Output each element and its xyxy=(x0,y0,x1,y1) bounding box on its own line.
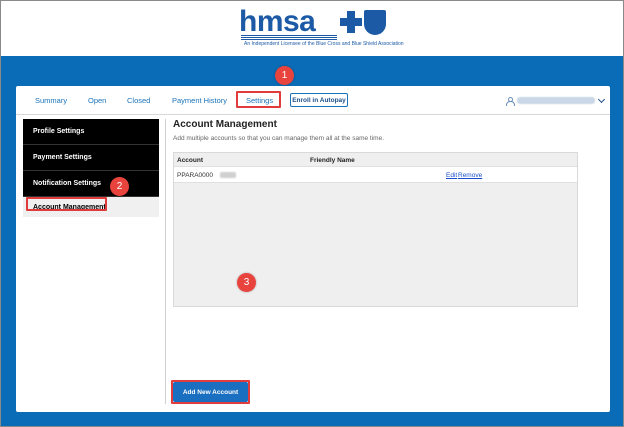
accounts-table: Account Friendly Name PPARA0000 Edit Rem… xyxy=(173,152,578,307)
edit-link[interactable]: Edit xyxy=(446,172,457,179)
user-menu[interactable] xyxy=(506,95,606,107)
account-management-highlight-box xyxy=(26,197,107,211)
tab-closed[interactable]: Closed xyxy=(127,96,150,105)
sidebar-item-profile-settings[interactable]: Profile Settings xyxy=(23,119,159,145)
callout-badge-1: 1 xyxy=(275,66,294,85)
user-email-redacted xyxy=(517,97,595,104)
site-header: hmsa An Independent Licensee of the Blue… xyxy=(1,1,623,56)
brand-name: hmsa xyxy=(239,5,316,38)
remove-link[interactable]: Remove xyxy=(458,172,482,179)
tab-payment-history[interactable]: Payment History xyxy=(172,96,227,105)
enroll-autopay-button[interactable]: Enroll in Autopay xyxy=(290,93,348,107)
add-account-highlight-box xyxy=(171,380,250,404)
column-header-friendly-name: Friendly Name xyxy=(310,157,355,164)
blue-cross-icon xyxy=(340,11,362,33)
main-card: Summary Open Closed Payment History Sett… xyxy=(16,86,610,412)
nav-divider xyxy=(16,114,610,115)
account-number-redacted xyxy=(220,172,236,178)
account-management-panel: Account Management Add multiple accounts… xyxy=(171,119,593,404)
settings-highlight-box xyxy=(236,91,281,108)
user-icon xyxy=(506,97,515,106)
account-number: PPARA0000 xyxy=(177,172,214,179)
tab-open[interactable]: Open xyxy=(88,96,106,105)
blue-shield-icon xyxy=(364,10,386,35)
sidebar-divider xyxy=(165,119,166,404)
callout-badge-3: 3 xyxy=(237,273,256,292)
chevron-down-icon[interactable] xyxy=(597,95,606,104)
page-title: Account Management xyxy=(173,119,277,130)
top-nav: Summary Open Closed Payment History Sett… xyxy=(16,86,610,114)
sidebar-item-notification-settings[interactable]: Notification Settings xyxy=(23,171,159,197)
tab-summary[interactable]: Summary xyxy=(35,96,67,105)
column-header-account: Account xyxy=(177,157,203,164)
brand-tagline: An Independent Licensee of the Blue Cros… xyxy=(244,41,404,47)
page-subtitle: Add multiple accounts so that you can ma… xyxy=(173,135,385,142)
callout-badge-2: 2 xyxy=(110,177,129,196)
table-row: PPARA0000 Edit Remove xyxy=(174,166,577,183)
screenshot-frame: hmsa An Independent Licensee of the Blue… xyxy=(0,0,624,427)
sidebar-item-payment-settings[interactable]: Payment Settings xyxy=(23,145,159,171)
